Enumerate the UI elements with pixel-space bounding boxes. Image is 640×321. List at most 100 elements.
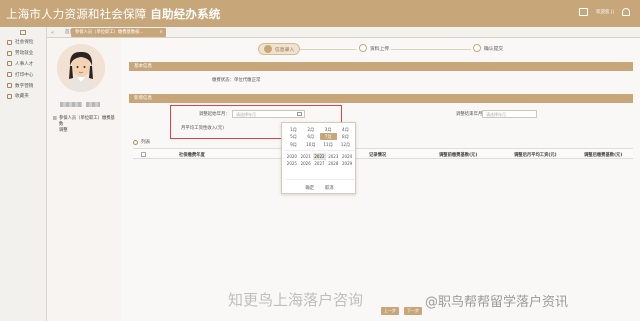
star-icon bbox=[7, 93, 12, 99]
user-greeting[interactable]: 欢迎您 || bbox=[596, 9, 614, 15]
sidebar-item-social-insurance[interactable]: 社会保险 bbox=[0, 37, 46, 48]
sidebar-item-marketing[interactable]: 数字营销 bbox=[0, 80, 46, 91]
briefcase-icon bbox=[7, 50, 12, 56]
picker-month-option[interactable]: 9月 bbox=[285, 141, 302, 148]
next-step-button[interactable]: 下一步 bbox=[404, 307, 422, 315]
picker-year-option[interactable]: 2020 bbox=[285, 153, 299, 160]
main-area: 参保人员（单位职工）缴费基数 调整 信息录入 资料上传 确认提交 基本信息 缴费… bbox=[47, 38, 640, 321]
start-month-placeholder: 请选择年月 bbox=[236, 112, 256, 117]
close-icon[interactable]: × bbox=[159, 28, 163, 37]
picker-month-option[interactable]: 11月 bbox=[320, 141, 337, 148]
picker-month-option[interactable]: 10月 bbox=[302, 141, 319, 148]
picker-month-option[interactable]: 2月 bbox=[302, 126, 319, 133]
monitor-icon[interactable] bbox=[579, 8, 589, 16]
picker-divider bbox=[285, 150, 354, 151]
picker-year-option[interactable]: 2026 bbox=[299, 160, 313, 167]
picker-month-option[interactable]: 1月 bbox=[285, 126, 302, 133]
step-upload: 资料上传 bbox=[359, 44, 389, 52]
start-month-input[interactable]: 请选择年月 bbox=[232, 110, 305, 118]
month-picker-popup: 1月 2月 3月 4月 5月 6月 7月 8月 9月 10月 11月 12月 2… bbox=[281, 122, 356, 194]
sidebar-item-label: 数字营销 bbox=[15, 83, 34, 89]
profile-service-line2: 调整 bbox=[59, 128, 68, 133]
col-base-after: 调整后缴费基数(元) bbox=[584, 153, 623, 158]
picker-year-option[interactable]: 2029 bbox=[340, 160, 354, 167]
start-month-label: 调整起始年月： bbox=[199, 112, 230, 117]
picker-month-row: 9月 10月 11月 12月 bbox=[285, 141, 354, 148]
col-record: 记录情况 bbox=[369, 153, 387, 158]
home-icon bbox=[20, 29, 26, 35]
col-year: 社保缴费年度 bbox=[179, 153, 205, 158]
picker-year-option[interactable]: 2027 bbox=[313, 160, 327, 167]
picker-month-option[interactable]: 5月 bbox=[285, 133, 302, 140]
picker-year-option-highlighted[interactable]: 2022 bbox=[312, 153, 327, 160]
step-dot-icon bbox=[264, 45, 272, 53]
step-label: 确认提交 bbox=[484, 46, 504, 52]
step-label: 信息录入 bbox=[275, 47, 295, 53]
picker-actions: 确定 取消 bbox=[282, 185, 357, 191]
picker-month-option[interactable]: 3月 bbox=[320, 126, 337, 133]
app-title-bold: 自助经办系统 bbox=[150, 7, 221, 21]
picker-year-option[interactable]: 2023 bbox=[326, 153, 340, 160]
calendar-icon bbox=[297, 112, 302, 116]
sidebar: 社会保险 劳动就业 人事人才 打印中心 数字营销 收藏夹 bbox=[0, 27, 47, 321]
col-base-before: 调整前缴费基数(元) bbox=[439, 153, 478, 158]
shield-icon bbox=[7, 39, 12, 45]
end-month-placeholder: 请选择年月 bbox=[486, 112, 506, 117]
salary-label: 月平均工资性收入(元) bbox=[181, 126, 224, 131]
picker-month-option[interactable]: 12月 bbox=[337, 141, 354, 148]
picker-year-option[interactable]: 2028 bbox=[326, 160, 340, 167]
profile-service-name: 参保人员（单位职工）缴费基数 调整 bbox=[53, 116, 119, 134]
picker-year-option[interactable]: 2025 bbox=[285, 160, 299, 167]
step-connector bbox=[391, 49, 471, 50]
sidebar-item-personnel[interactable]: 人事人才 bbox=[0, 59, 46, 70]
picker-month-option[interactable]: 8月 bbox=[337, 133, 354, 140]
profile-panel: 参保人员（单位职工）缴费基数 调整 bbox=[47, 38, 121, 321]
avatar bbox=[57, 44, 105, 92]
sidebar-item-favorites[interactable]: 收藏夹 bbox=[0, 91, 46, 102]
picker-year-row: 2025 2026 2027 2028 2029 bbox=[285, 160, 354, 167]
list-title: 列表 bbox=[141, 140, 151, 145]
chart-icon bbox=[7, 83, 12, 89]
watermark-right: @职鸟帮帮留学落户资讯 bbox=[425, 295, 569, 310]
picker-month-row: 5月 6月 7月 8月 bbox=[285, 133, 354, 140]
picker-month-row: 1月 2月 3月 4月 bbox=[285, 126, 354, 133]
step-label: 资料上传 bbox=[370, 46, 390, 52]
picker-confirm-button[interactable]: 确定 bbox=[305, 185, 314, 191]
prev-step-button[interactable]: 上一步 bbox=[381, 307, 399, 315]
picker-month-option-selected[interactable]: 7月 bbox=[319, 133, 337, 140]
status-value: 单位代缴正常 bbox=[234, 78, 261, 83]
printer-icon bbox=[7, 72, 12, 78]
step-info-entry: 信息录入 bbox=[258, 43, 301, 55]
end-month-input[interactable]: 请选择年月 bbox=[482, 110, 537, 118]
top-bar: 上海市人力资源和社会保障 自助经办系统 欢迎您 || bbox=[0, 0, 640, 27]
tab-active-label: 参保人员（单位职工）缴费基数核... bbox=[75, 30, 144, 35]
table-header: 社保缴费年度 记录情况 调整前缴费基数(元) 调整后月平均工资(元) 调整后缴费… bbox=[133, 148, 633, 159]
picker-divider bbox=[285, 179, 354, 180]
tab-active[interactable]: 参保人员（单位职工）缴费基数核... × bbox=[71, 28, 166, 37]
col-salary-after: 调整后月平均工资(元) bbox=[514, 153, 557, 158]
sidebar-item-label: 收藏夹 bbox=[15, 94, 29, 100]
step-indicator: 信息录入 资料上传 确认提交 bbox=[121, 43, 640, 56]
section-add-info: 新增信息 bbox=[129, 94, 633, 103]
sidebar-home[interactable] bbox=[0, 27, 46, 37]
bell-icon[interactable] bbox=[622, 8, 630, 16]
picker-month-option[interactable]: 4月 bbox=[337, 126, 354, 133]
picker-year-row: 2020 2021 2022 2023 2024 bbox=[285, 153, 354, 160]
sidebar-item-label: 劳动就业 bbox=[15, 51, 34, 57]
section-basic-info: 基本信息 bbox=[129, 62, 633, 71]
step-confirm: 确认提交 bbox=[473, 44, 503, 52]
picker-year-option[interactable]: 2021 bbox=[299, 153, 313, 160]
sidebar-item-print[interactable]: 打印中心 bbox=[0, 69, 46, 80]
content-panel: 信息录入 资料上传 确认提交 基本信息 缴费状态： 单位代缴正常 新增信息 调整… bbox=[121, 38, 640, 321]
select-all-checkbox[interactable] bbox=[141, 152, 146, 157]
picker-cancel-button[interactable]: 取消 bbox=[325, 185, 334, 191]
tab-scroll-left-icon[interactable]: « bbox=[51, 30, 54, 36]
list-icon bbox=[133, 139, 138, 145]
picker-year-option[interactable]: 2024 bbox=[340, 153, 354, 160]
person-icon bbox=[7, 61, 12, 67]
sidebar-item-employment[interactable]: 劳动就业 bbox=[0, 48, 46, 59]
app-title-main: 上海市人力资源和社会保障 bbox=[6, 7, 147, 21]
list-header: 列表 bbox=[133, 139, 150, 145]
picker-month-option[interactable]: 6月 bbox=[302, 133, 319, 140]
sidebar-item-label: 人事人才 bbox=[15, 61, 34, 67]
